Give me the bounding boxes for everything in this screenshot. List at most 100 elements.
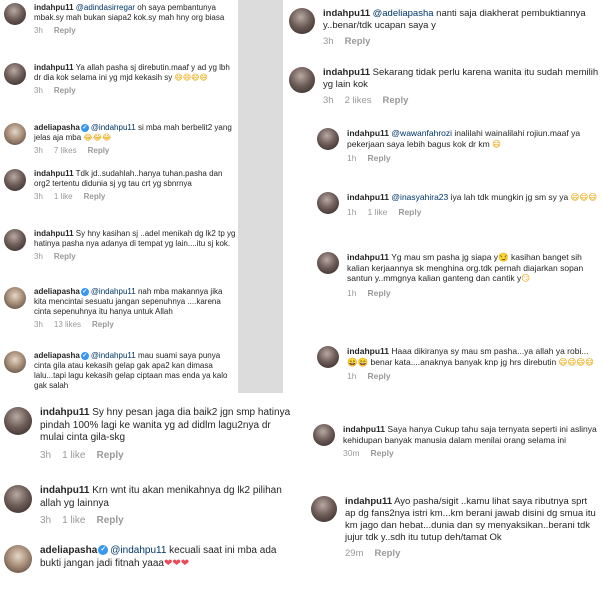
avatar[interactable] [4,3,26,25]
avatar[interactable] [4,123,26,145]
comment-mention[interactable]: @adeliapasha [373,8,434,19]
comment-username[interactable]: indahpu11 [323,67,370,78]
avatar[interactable] [311,496,337,522]
comment-username[interactable]: indahpu11 [347,252,389,262]
avatar[interactable] [4,351,26,373]
comment-username[interactable]: indahpu11 [34,169,74,178]
comment-username[interactable]: indahpu11 [34,3,74,12]
comment-likes[interactable]: 1 like [367,207,387,217]
avatar[interactable] [4,169,26,191]
reply-button[interactable]: Reply [367,153,390,163]
comment-username[interactable]: indahpu11 [323,8,370,19]
reply-button[interactable]: Reply [383,95,409,106]
comment-item: indahpu11 Sy hny pesan jaga dia baik2 jg… [4,407,296,461]
comment-mention[interactable]: @adindasirregar [76,3,135,12]
avatar[interactable] [4,229,26,251]
reply-button[interactable]: Reply [345,36,371,47]
comment-username[interactable]: adeliapasha [34,351,80,360]
avatar[interactable] [4,63,26,85]
comment-time: 3h [40,449,52,461]
comment-username[interactable]: adeliapasha [40,545,97,556]
comment-item: indahpu11 @adindasirregar oh saya pemban… [4,3,236,35]
comment-time: 3h [34,192,43,201]
reply-button[interactable]: Reply [96,515,123,526]
comment-username[interactable]: indahpu11 [40,485,89,496]
verified-badge-icon: ✓ [80,123,89,132]
comment-username[interactable]: adeliapasha [34,123,80,132]
comment-likes[interactable]: 13 likes [54,320,81,329]
comment-username[interactable]: indahpu11 [34,229,74,238]
verified-badge-icon: ✓ [98,545,109,556]
comment-mention[interactable]: @indahpu11 [110,545,166,556]
reply-button[interactable]: Reply [54,252,76,261]
avatar[interactable] [4,407,32,435]
comment-item: indahpu11 Krn wnt itu akan menikahnya dg… [4,485,296,526]
comment-mention[interactable]: @inasyahira23 [391,192,448,202]
comment-time: 29m [345,547,364,559]
comment-time: 1h [347,287,357,298]
comment-time: 3h [40,515,52,526]
reply-button[interactable]: Reply [54,86,76,95]
comment-likes[interactable]: 7 likes [54,146,77,155]
emoji-grin-icon: 😄😄😄😄 [174,73,208,82]
comment-username[interactable]: indahpu11 [347,192,389,202]
reply-button[interactable]: Reply [367,288,390,298]
comment-item: adeliapasha ✓ @indahpu11 kecuali saat ini … [4,545,296,573]
comment-item: indahpu11 Yg mau sm pasha jg siapa y😏 ka… [317,252,599,298]
avatar[interactable] [289,8,315,34]
comment-time: 3h [323,94,334,106]
reply-button[interactable]: Reply [398,207,421,217]
comment-item: indahpu11 Saya hanya Cukup tahu saja ter… [313,424,599,458]
reply-button[interactable]: Reply [367,371,390,381]
emoji-smirk-icon: 😏 [521,274,531,285]
comment-username[interactable]: indahpu11 [347,346,389,356]
avatar[interactable] [4,485,32,513]
avatar[interactable] [317,192,339,214]
comment-time: 1h [347,206,357,217]
comment-username[interactable]: indahpu11 [40,407,89,418]
comment-username[interactable]: indahpu11 [345,496,392,507]
avatar[interactable] [317,346,339,368]
avatar[interactable] [4,287,26,309]
comment-item: adeliapasha ✓ @indahpu11 nah mba makannya … [4,287,236,329]
emoji-grin-icon: 😄😄😄😄 [558,357,595,368]
comment-item: indahpu11 Sekarang tidak perlu karena wa… [289,67,599,106]
avatar[interactable] [289,67,315,93]
comment-username[interactable]: adeliapasha [34,287,80,296]
reply-button[interactable]: Reply [54,26,76,35]
comment-mention[interactable]: @indahpu11 [91,351,136,360]
comment-mention[interactable]: @wawanfahrozi [391,128,452,138]
comment-item: indahpu11 Haaa dikiranya sy mau sm pasha… [317,346,599,381]
reply-button[interactable]: Reply [84,192,106,201]
reply-button[interactable]: Reply [88,146,110,155]
avatar[interactable] [317,252,339,274]
comment-mention[interactable]: @indahpu11 [91,287,136,296]
reply-button[interactable]: Reply [371,448,394,458]
comment-username[interactable]: indahpu11 [34,63,74,72]
comment-time: 3h [323,35,334,47]
avatar[interactable] [317,128,339,150]
comment-username[interactable]: indahpu11 [343,424,385,434]
comment-username[interactable]: indahpu11 [347,128,389,138]
comment-likes[interactable]: 1 like [62,515,85,526]
reply-button[interactable]: Reply [92,320,114,329]
comment-item: indahpu11 Ya allah pasha sj direbutin.ma… [4,63,236,95]
avatar[interactable] [313,424,335,446]
comment-time: 3h [34,86,43,95]
comment-likes[interactable]: 1 like [62,450,85,461]
emoji-grin-icon: 😄 [492,139,501,150]
comment-item: indahpu11 @inasyahira23 iya lah tdk mung… [317,192,599,217]
comment-item: indahpu11 Ayo pasha/sigit ..kamu lihat s… [311,496,599,559]
comment-likes[interactable]: 2 likes [345,95,372,106]
comment-item: indahpu11 @adeliapasha nanti saja diakhe… [289,8,599,47]
avatar[interactable] [4,545,32,573]
comment-mention[interactable]: @indahpu11 [91,123,136,132]
comment-item: indahpu11 Tdk jd..sudahlah..hanya tuhan.… [4,169,236,201]
reply-button[interactable]: Reply [96,450,123,461]
reply-button[interactable]: Reply [374,548,400,559]
comment-time: 3h [34,146,43,155]
comment-text: iya lah tdk mungkin jg sm sy ya [448,192,569,202]
comment-time: 1h [347,153,357,164]
verified-badge-icon: ✓ [80,287,89,296]
comment-likes[interactable]: 1 like [54,192,73,201]
